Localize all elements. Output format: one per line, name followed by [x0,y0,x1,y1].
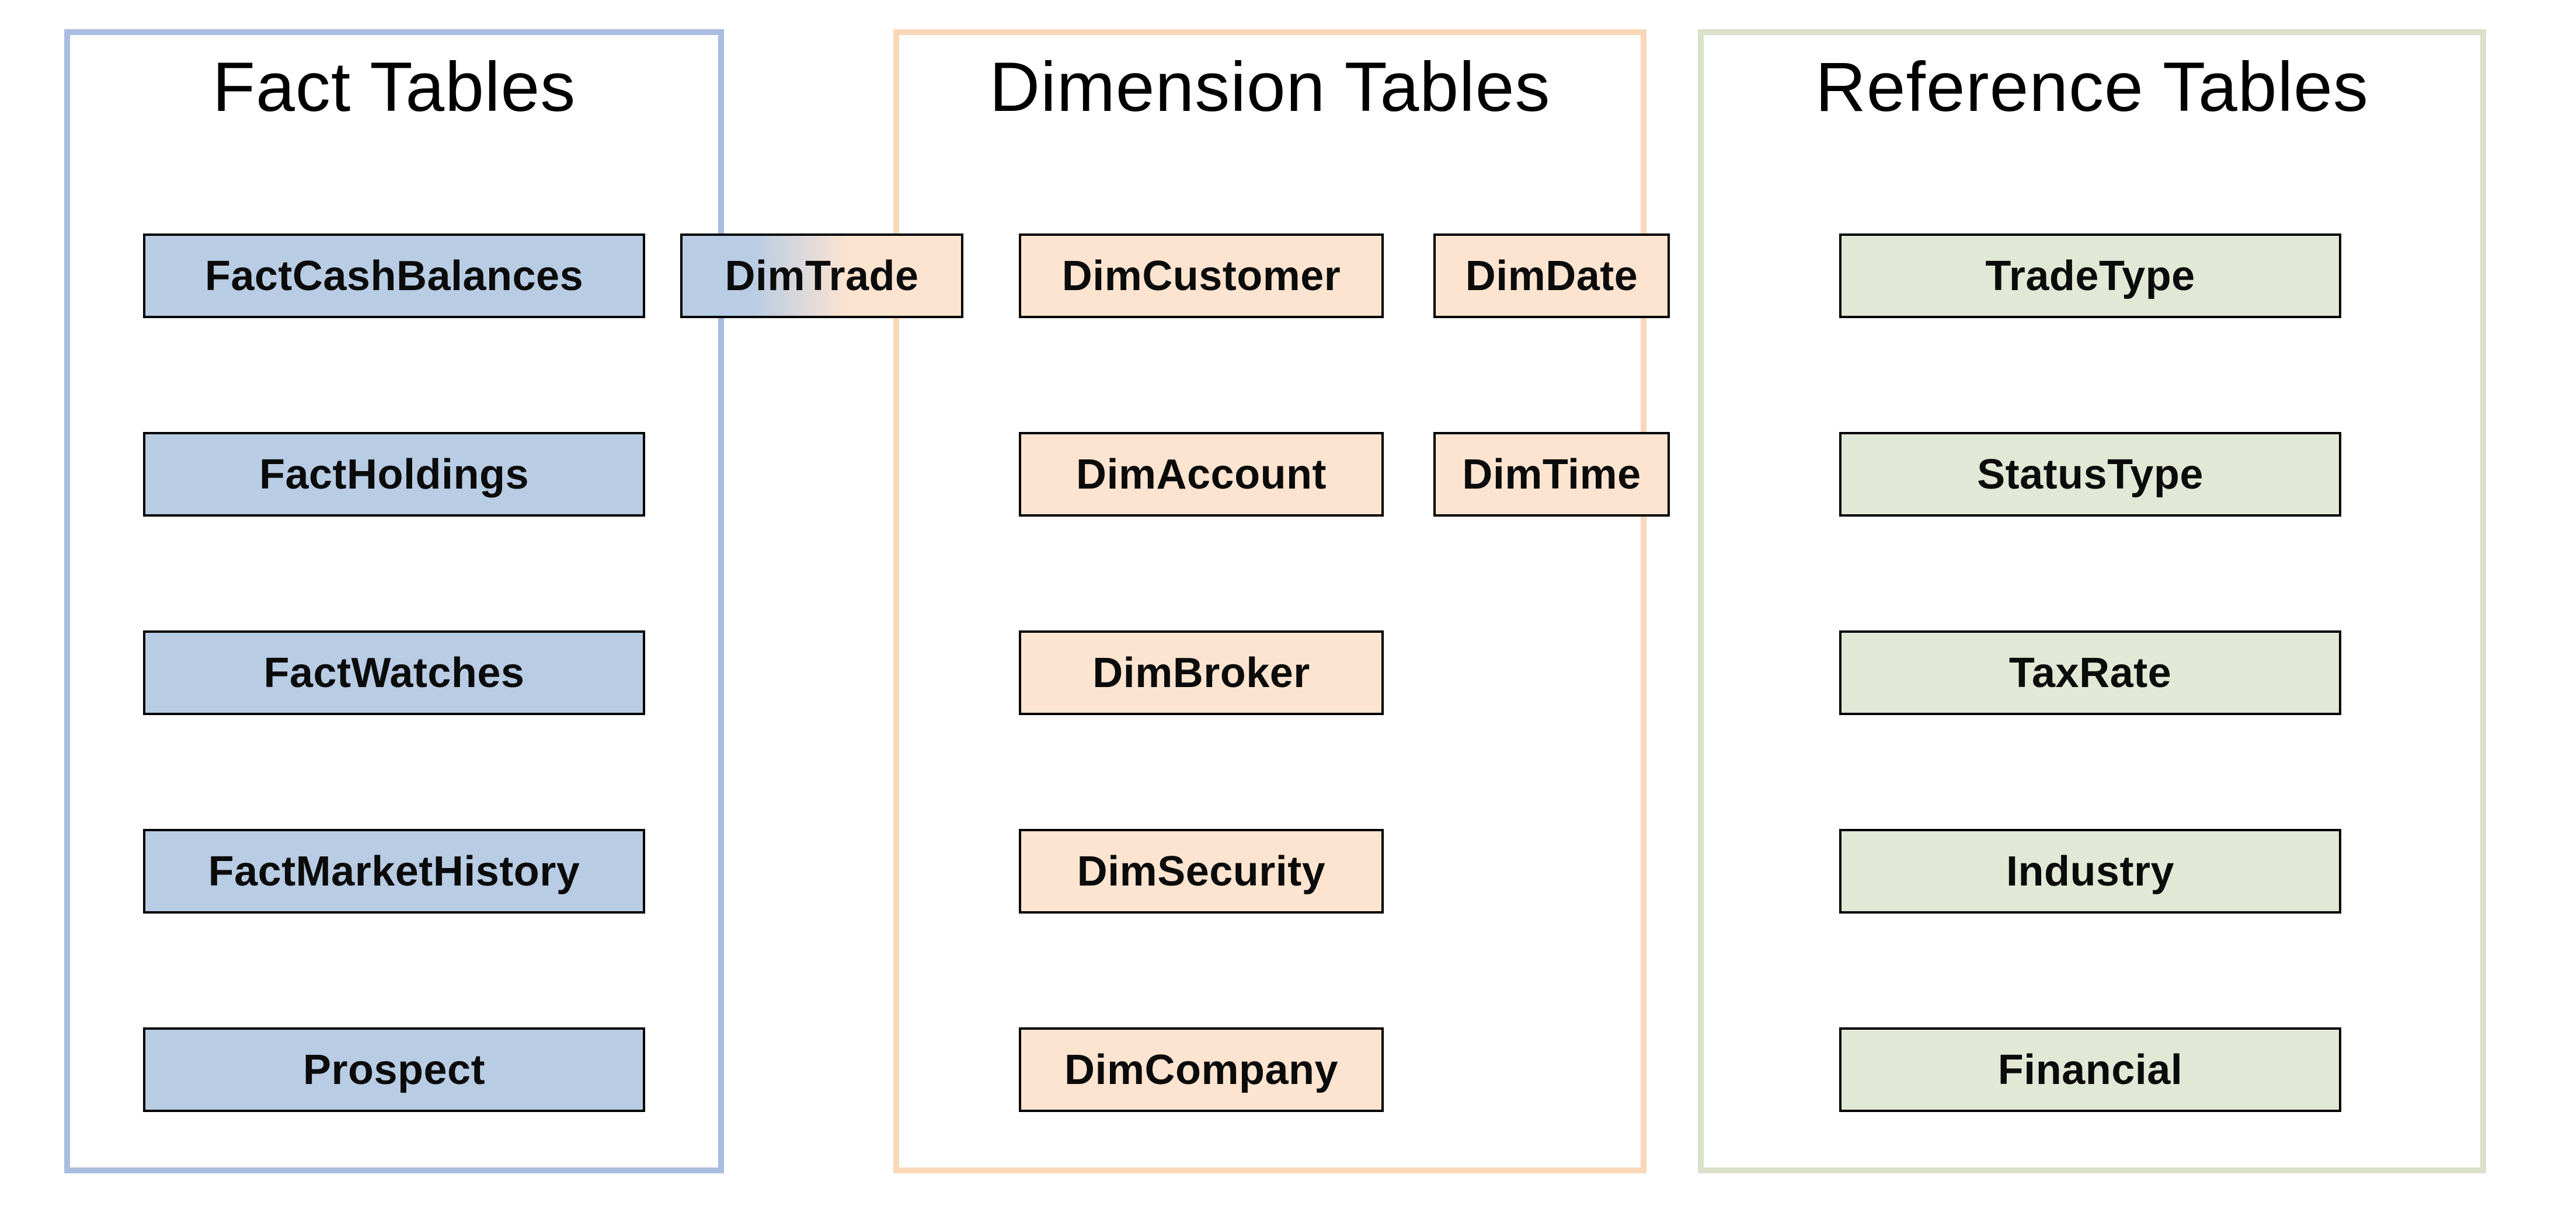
box-fact-watches: FactWatches [143,630,645,715]
box-prospect: Prospect [143,1027,645,1112]
box-status-type: StatusType [1839,432,2341,517]
box-fact-cash-balances: FactCashBalances [143,233,645,318]
box-industry: Industry [1839,829,2341,914]
panel-fact-tables: Fact Tables [64,29,724,1173]
box-dim-time: DimTime [1433,432,1670,517]
box-dim-customer: DimCustomer [1019,233,1384,318]
box-dim-company: DimCompany [1019,1027,1384,1112]
panel-title-dimension: Dimension Tables [899,47,1641,127]
box-dim-security: DimSecurity [1019,829,1384,914]
panel-reference-tables: Reference Tables [1698,29,2486,1173]
box-fact-market-history: FactMarketHistory [143,829,645,914]
box-tax-rate: TaxRate [1839,630,2341,715]
panel-dimension-tables: Dimension Tables [893,29,1646,1173]
box-dim-account: DimAccount [1019,432,1384,517]
box-dim-broker: DimBroker [1019,630,1384,715]
box-dim-date: DimDate [1433,233,1670,318]
box-fact-holdings: FactHoldings [143,432,645,517]
panel-title-reference: Reference Tables [1704,47,2480,127]
box-trade-type: TradeType [1839,233,2341,318]
panel-title-fact: Fact Tables [70,47,718,127]
box-financial: Financial [1839,1027,2341,1112]
box-dim-trade: DimTrade [680,233,963,318]
